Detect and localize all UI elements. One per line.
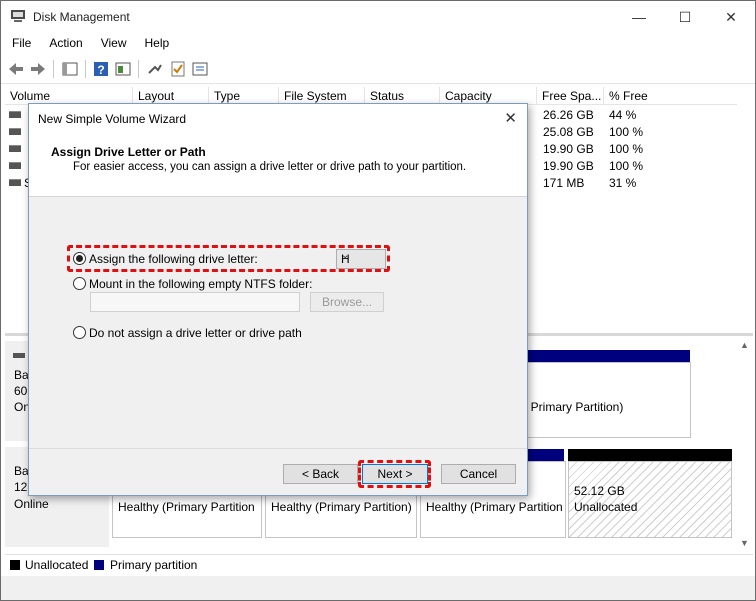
disk-management-window: Disk Management — ☐ ✕ File Action View H… xyxy=(0,0,756,601)
wizard-subheading: For easier access, you can assign a driv… xyxy=(73,161,467,173)
unallocated-label: Unallocated xyxy=(574,500,638,514)
new-simple-volume-wizard: New Simple Volume Wizard ✕ Assign Drive … xyxy=(28,103,528,496)
help-icon[interactable]: ? xyxy=(92,60,110,78)
properties-icon[interactable] xyxy=(114,60,132,78)
percent-free-cell: 100 % xyxy=(609,125,644,139)
no-letter-label[interactable]: Do not assign a drive letter or drive pa… xyxy=(89,326,302,340)
legend: Unallocated Primary partition xyxy=(5,554,753,575)
free-space-cell: 25.08 GB xyxy=(543,125,594,139)
menu-view[interactable]: View xyxy=(90,33,134,55)
menu-action[interactable]: Action xyxy=(38,33,89,55)
toolbar-separator xyxy=(53,60,54,78)
menu-bar: File Action View Help xyxy=(1,33,755,55)
wizard-title-bar: New Simple Volume Wizard ✕ xyxy=(29,104,527,134)
column-volume[interactable]: Volume xyxy=(5,87,133,104)
disk-1-status: Online xyxy=(14,497,49,511)
column-capacity[interactable]: Capacity xyxy=(440,87,537,104)
drive-icon xyxy=(9,111,21,118)
checklist-icon[interactable] xyxy=(169,60,187,78)
column-percent-free[interactable]: % Free xyxy=(604,87,737,104)
close-button[interactable]: ✕ xyxy=(708,1,754,33)
percent-free-cell: 31 % xyxy=(609,176,637,190)
back-arrow-icon[interactable] xyxy=(7,60,25,78)
browse-button[interactable]: Browse... xyxy=(310,292,384,312)
wizard-title: New Simple Volume Wizard xyxy=(38,112,187,126)
drive-icon xyxy=(9,179,21,186)
free-space-cell: 171 MB xyxy=(543,176,585,190)
primary-partition-bar xyxy=(524,350,690,362)
unallocated-space[interactable]: 52.12 GB Unallocated xyxy=(568,461,732,538)
free-space-cell: 19.90 GB xyxy=(543,142,594,156)
menu-help[interactable]: Help xyxy=(134,33,177,55)
toolbar: ? xyxy=(1,55,755,84)
forward-arrow-icon[interactable] xyxy=(29,60,47,78)
percent-free-cell: 100 % xyxy=(609,142,644,156)
legend-primary-label: Primary partition xyxy=(110,558,198,572)
unallocated-bar xyxy=(568,449,732,461)
disk-pane-scrollbar[interactable]: ▲ ▼ xyxy=(736,338,753,556)
disk-1-name: Ba xyxy=(14,464,29,478)
window-title: Disk Management xyxy=(33,10,130,24)
scroll-down-icon[interactable]: ▼ xyxy=(740,538,749,548)
free-space-cell: 26.26 GB xyxy=(543,108,594,122)
free-space-cell: 19.90 GB xyxy=(543,159,594,173)
wizard-footer-divider xyxy=(29,448,527,449)
disk-management-icon xyxy=(11,10,25,22)
maximize-button[interactable]: ☐ xyxy=(662,1,708,33)
drive-icon xyxy=(9,162,21,169)
list-view-icon[interactable] xyxy=(191,60,209,78)
partition-status: Healthy (Primary Partition xyxy=(118,500,255,514)
toolbar-separator xyxy=(138,60,139,78)
wizard-header: Assign Drive Letter or Path For easier a… xyxy=(29,134,527,197)
legend-primary-swatch xyxy=(94,560,104,570)
mount-folder-label[interactable]: Mount in the following empty NTFS folder… xyxy=(89,277,312,291)
wizard-close-button[interactable]: ✕ xyxy=(504,109,517,127)
console-tree-icon[interactable] xyxy=(61,60,79,78)
column-type[interactable]: Type xyxy=(209,87,279,104)
status-bar xyxy=(1,576,755,600)
drive-icon xyxy=(9,128,21,135)
disk-icon xyxy=(13,353,25,358)
back-button[interactable]: < Back xyxy=(283,464,358,484)
folder-path-input[interactable] xyxy=(90,292,300,312)
partition-status: Healthy (Primary Partition xyxy=(426,500,563,514)
disk-0-partition[interactable]: , Primary Partition) xyxy=(524,362,691,438)
mount-folder-radio[interactable] xyxy=(73,277,86,290)
partition-status: Healthy (Primary Partition) xyxy=(271,500,412,514)
scroll-up-icon[interactable]: ▲ xyxy=(740,340,749,350)
wizard-body: Assign the following drive letter: H ⌄ M… xyxy=(29,197,527,445)
partition-status: , Primary Partition) xyxy=(524,400,624,414)
column-file-system[interactable]: File System xyxy=(279,87,365,104)
percent-free-cell: 100 % xyxy=(609,159,644,173)
menu-file[interactable]: File xyxy=(1,33,38,55)
wizard-heading: Assign Drive Letter or Path xyxy=(51,145,206,159)
disk-0-name: Ba xyxy=(14,368,29,382)
no-letter-radio[interactable] xyxy=(73,326,86,339)
legend-unallocated-label: Unallocated xyxy=(25,558,89,572)
drive-icon xyxy=(9,145,21,152)
legend-unallocated-swatch xyxy=(10,560,20,570)
unallocated-size: 52.12 GB xyxy=(574,484,625,498)
column-status[interactable]: Status xyxy=(365,87,440,104)
column-free-space[interactable]: Free Spa... xyxy=(537,87,604,104)
highlight-drive-letter xyxy=(67,245,390,272)
highlight-next xyxy=(358,460,431,488)
svg-text:?: ? xyxy=(97,63,104,77)
minimize-button[interactable]: — xyxy=(616,1,662,33)
toolbar-separator xyxy=(85,60,86,78)
percent-free-cell: 44 % xyxy=(609,108,637,122)
primary-partition-bar xyxy=(524,449,564,461)
cancel-button[interactable]: Cancel xyxy=(441,464,516,484)
connect-icon[interactable] xyxy=(146,60,164,78)
title-bar: Disk Management — ☐ ✕ xyxy=(1,1,755,33)
column-layout[interactable]: Layout xyxy=(133,87,209,104)
